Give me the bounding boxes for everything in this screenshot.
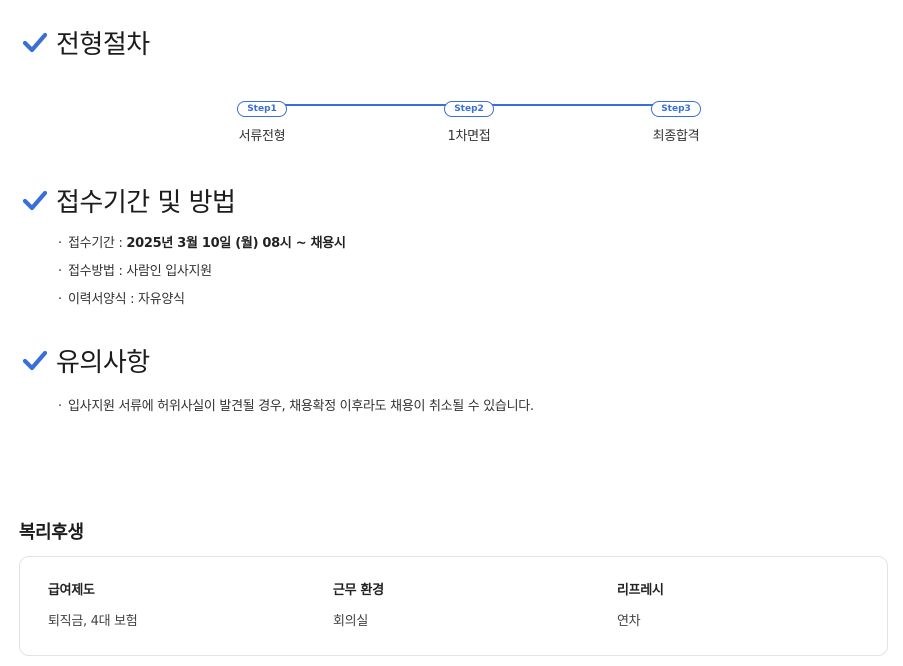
notes-list: · 입사지원 서류에 허위사실이 발견될 경우, 채용확정 이후라도 채용이 취소… xyxy=(58,397,534,425)
check-icon xyxy=(22,190,48,211)
step-label: 최종합격 xyxy=(652,129,700,144)
step-label: 1차면접 xyxy=(447,129,491,144)
benefit-value: 회의실 xyxy=(333,614,368,629)
check-icon xyxy=(22,32,48,53)
item-text: 입사지원 서류에 허위사실이 발견될 경우, 채용확정 이후라도 채용이 취소될… xyxy=(68,399,534,414)
item-label: 접수방법 : xyxy=(68,264,127,279)
step-badge: Step2 xyxy=(444,101,494,117)
bullet-dot: · xyxy=(58,292,62,307)
benefits-title: 복리후생 xyxy=(19,522,84,543)
benefit-heading: 근무 환경 xyxy=(333,583,384,598)
bullet-dot: · xyxy=(58,264,62,279)
benefit-heading: 급여제도 xyxy=(48,583,95,598)
benefit-column-salary: 급여제도 퇴직금, 4대 보험 xyxy=(48,579,138,629)
step-3: Step3 최종합격 xyxy=(616,96,736,144)
process-steps: Step1 서류전형 Step2 1차면접 Step3 최종합격 xyxy=(0,96,903,146)
apply-info-list: · 접수기간 : 2025년 3월 10일 (월) 08시 ~ 채용시 · 접수방법… xyxy=(58,234,346,318)
section-heading-process: 전형절차 xyxy=(22,22,150,62)
step-badge: Step1 xyxy=(237,101,287,117)
list-item-period: · 접수기간 : 2025년 3월 10일 (월) 08시 ~ 채용시 xyxy=(58,234,346,262)
section-heading-apply: 접수기간 및 방법 xyxy=(22,180,236,220)
section-heading-notes: 유의사항 xyxy=(22,340,150,380)
benefit-column-environment: 근무 환경 회의실 xyxy=(333,579,384,629)
benefit-heading: 리프레시 xyxy=(617,583,664,598)
benefit-value: 연차 xyxy=(617,614,641,629)
step-badge: Step3 xyxy=(651,101,701,117)
section-title: 유의사항 xyxy=(56,347,150,378)
benefit-value: 퇴직금, 4대 보험 xyxy=(48,614,138,629)
section-title: 전형절차 xyxy=(56,29,150,60)
item-label: 이력서양식 : xyxy=(68,292,139,307)
benefit-column-refresh: 리프레시 연차 xyxy=(617,579,664,629)
step-2: Step2 1차면접 xyxy=(409,96,529,144)
list-item-note: · 입사지원 서류에 허위사실이 발견될 경우, 채용확정 이후라도 채용이 취소… xyxy=(58,397,534,425)
section-title: 접수기간 및 방법 xyxy=(56,187,236,218)
item-value: 2025년 3월 10일 (월) 08시 ~ 채용시 xyxy=(126,236,346,251)
item-value: 자유양식 xyxy=(138,292,185,307)
benefits-card: 급여제도 퇴직금, 4대 보험 근무 환경 회의실 리프레시 연차 xyxy=(19,556,888,656)
item-value: 사람인 입사지원 xyxy=(126,264,212,279)
bullet-dot: · xyxy=(58,236,62,251)
list-item-resume-form: · 이력서양식 : 자유양식 xyxy=(58,290,346,318)
list-item-method: · 접수방법 : 사람인 입사지원 xyxy=(58,262,346,290)
step-1: Step1 서류전형 xyxy=(202,96,322,144)
item-label: 접수기간 : xyxy=(68,236,127,251)
step-label: 서류전형 xyxy=(238,129,286,144)
check-icon xyxy=(22,350,48,371)
bullet-dot: · xyxy=(58,399,62,414)
